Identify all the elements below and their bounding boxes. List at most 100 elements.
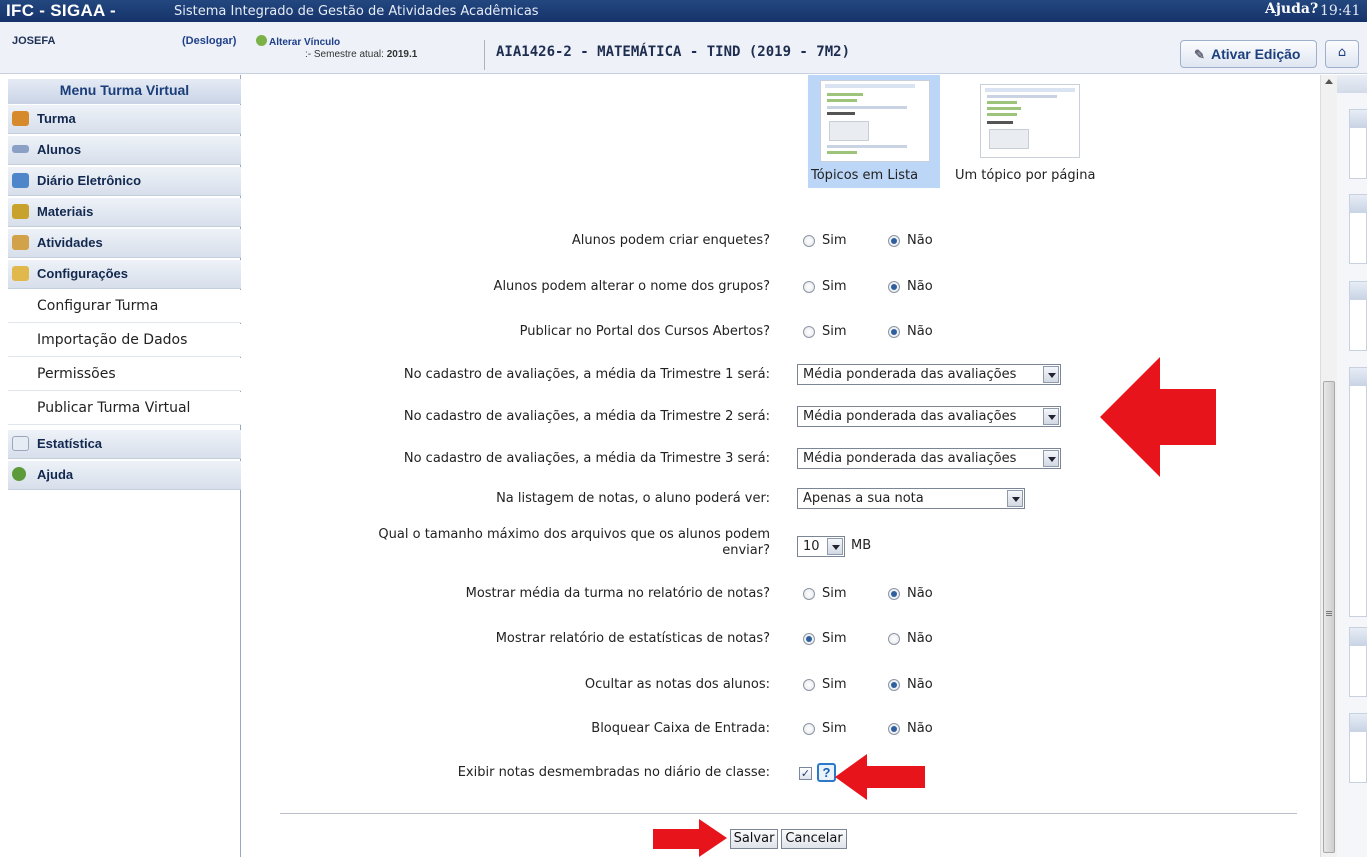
radio-label-no: Não	[907, 279, 933, 294]
thumbnail-line	[827, 112, 855, 115]
activate-edit-label: Ativar Edição	[1211, 46, 1301, 62]
radio-block-inbox-yes[interactable]	[803, 723, 815, 735]
checkbox-split-grades[interactable]: ✓	[799, 767, 812, 780]
vertical-scrollbar[interactable]	[1320, 75, 1337, 857]
books-icon	[12, 204, 29, 219]
select-average-trimester-3[interactable]: Média ponderada das avaliações	[797, 448, 1061, 469]
layout-option-page-label[interactable]: Um tópico por página	[955, 168, 1095, 183]
radio-hide-grades-yes[interactable]	[803, 679, 815, 691]
screen: IFC - SIGAA - Sistema Integrado de Gestã…	[0, 0, 1367, 857]
setting-label: Alunos podem criar enquetes?	[571, 233, 770, 248]
select-value: Apenas a sua nota	[803, 491, 924, 506]
course-title: AIA1426-2 - MATEMÁTICA - TIND (2019 - 7M…	[496, 44, 851, 60]
semester-label: :- Semestre atual:	[305, 49, 384, 60]
radio-statistics-yes[interactable]	[803, 633, 815, 645]
help-link[interactable]: Ajuda?	[1265, 1, 1318, 17]
sidebar-subitem-configurar-turma[interactable]: Configurar Turma	[8, 290, 241, 323]
thumbnail-line	[827, 99, 857, 102]
radio-groups-yes[interactable]	[803, 281, 815, 293]
select-value: Média ponderada das avaliações	[803, 409, 1017, 424]
radio-polls-no[interactable]	[888, 235, 900, 247]
sidebar-item-label: Ajuda	[37, 467, 74, 482]
logout-link[interactable]: (Deslogar)	[182, 35, 236, 47]
select-value: 10	[803, 539, 820, 554]
radio-label-no: Não	[907, 324, 933, 339]
folder-gear-icon	[12, 266, 29, 281]
sidebar-item-label: Turma	[37, 111, 76, 126]
right-panel-box	[1349, 367, 1367, 617]
radio-polls-yes[interactable]	[803, 235, 815, 247]
radio-label-yes: Sim	[822, 721, 847, 736]
change-bond-link[interactable]: Alterar Vínculo	[256, 35, 340, 48]
sidebar: Menu Turma Virtual Turma Alunos Diário E…	[8, 75, 241, 857]
chevron-down-icon	[1043, 366, 1059, 383]
divider	[484, 40, 485, 70]
radio-portal-yes[interactable]	[803, 326, 815, 338]
sidebar-item-diario[interactable]: Diário Eletrônico	[8, 167, 241, 196]
thumbnail-line	[987, 107, 1021, 110]
thumbnail-line	[827, 93, 863, 96]
chevron-down-icon	[1043, 450, 1059, 467]
thumbnail-video	[829, 121, 869, 141]
sidebar-item-label: Materiais	[37, 204, 94, 219]
radio-label-yes: Sim	[822, 677, 847, 692]
app-brand[interactable]: IFC - SIGAA -	[6, 1, 116, 21]
radio-label-no: Não	[907, 586, 933, 601]
home-button[interactable]: ⌂	[1325, 40, 1359, 68]
radio-statistics-no[interactable]	[888, 633, 900, 645]
thumbnail-line	[987, 101, 1017, 104]
select-grades-view[interactable]: Apenas a sua nota	[797, 488, 1025, 509]
setting-label: No cadastro de avaliações, a média da Tr…	[403, 451, 770, 466]
setting-label: No cadastro de avaliações, a média da Tr…	[403, 409, 770, 424]
main-content: Tópicos em Lista Um tópico por página Al…	[247, 75, 1320, 857]
right-panel-box	[1349, 194, 1367, 264]
thumbnail-line	[987, 95, 1057, 98]
right-panel-box	[1349, 109, 1367, 179]
right-panel-box	[1349, 627, 1367, 697]
setting-label: Na listagem de notas, o aluno poderá ver…	[496, 491, 770, 506]
radio-label-no: Não	[907, 631, 933, 646]
scrollbar-thumb[interactable]	[1323, 381, 1335, 853]
select-max-file-size[interactable]: 10	[797, 536, 845, 557]
radio-class-average-yes[interactable]	[803, 588, 815, 600]
scroll-up-icon[interactable]	[1325, 79, 1333, 84]
layout-thumbnail-list[interactable]	[820, 80, 930, 162]
sidebar-item-alunos[interactable]: Alunos	[8, 136, 241, 165]
divider-line	[280, 813, 1297, 814]
layout-thumbnail-page[interactable]	[980, 84, 1080, 158]
help-icon[interactable]: ?	[817, 763, 836, 782]
right-panel-box	[1349, 713, 1367, 783]
thumbnail-line	[987, 121, 1013, 124]
radio-label-yes: Sim	[822, 631, 847, 646]
setting-label: Ocultar as notas dos alunos:	[584, 677, 770, 692]
thumbnail-line	[987, 113, 1017, 116]
thumbnail-header	[825, 84, 915, 88]
pencil-icon: ✎	[1194, 47, 1205, 62]
cancel-button[interactable]: Cancelar	[781, 829, 847, 849]
sidebar-item-materiais[interactable]: Materiais	[8, 198, 241, 227]
radio-label-no: Não	[907, 721, 933, 736]
semester-info: :- Semestre atual: 2019.1	[305, 49, 417, 60]
radio-class-average-no[interactable]	[888, 588, 900, 600]
setting-label: Mostrar relatório de estatísticas de not…	[495, 631, 770, 646]
select-average-trimester-1[interactable]: Média ponderada das avaliações	[797, 364, 1061, 385]
radio-label-yes: Sim	[822, 279, 847, 294]
home-icon: ⌂	[1337, 45, 1347, 60]
sidebar-item-turma[interactable]: Turma	[8, 105, 241, 134]
setting-label: Alunos podem alterar o nome dos grupos?	[493, 279, 770, 294]
change-bond-label: Alterar Vínculo	[269, 37, 341, 48]
activate-edit-button[interactable]: ✎ Ativar Edição	[1180, 40, 1317, 68]
select-value: Média ponderada das avaliações	[803, 367, 1017, 382]
select-average-trimester-2[interactable]: Média ponderada das avaliações	[797, 406, 1061, 427]
setting-label: Publicar no Portal dos Cursos Abertos?	[519, 324, 770, 339]
radio-hide-grades-no[interactable]	[888, 679, 900, 691]
chevron-down-icon	[827, 538, 843, 555]
radio-portal-no[interactable]	[888, 326, 900, 338]
layout-option-list-label[interactable]: Tópicos em Lista	[811, 168, 918, 183]
radio-block-inbox-no[interactable]	[888, 723, 900, 735]
semester-value: 2019.1	[386, 49, 418, 60]
students-icon	[12, 145, 29, 153]
thumbnail-line	[827, 151, 857, 154]
radio-groups-no[interactable]	[888, 281, 900, 293]
save-button[interactable]: Salvar	[730, 829, 778, 849]
